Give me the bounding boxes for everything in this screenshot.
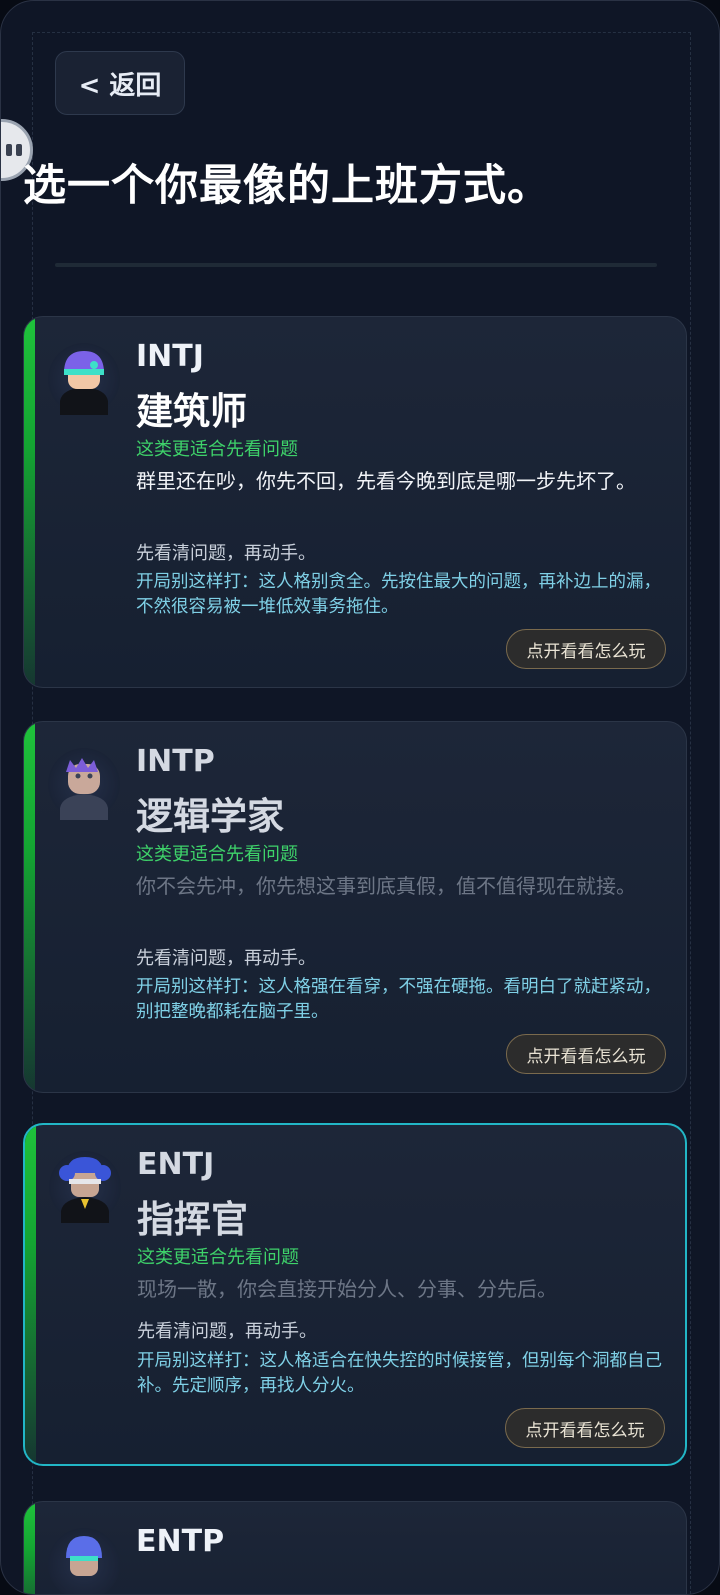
card-name: 指挥官 [137, 1198, 248, 1241]
back-label: < 返回 [78, 70, 162, 101]
card-tagline: 先看清问题，再动手。 [137, 1321, 317, 1342]
personality-card-intj[interactable]: INTJ 建筑师 这类更适合先看问题 群里还在吵，你先不回，先看今晚到底是哪一步… [23, 316, 687, 688]
entp-avatar-icon [48, 1528, 120, 1594]
card-name: 建筑师 [136, 390, 247, 433]
entj-avatar-icon [49, 1151, 121, 1223]
card-fit-label: 这类更适合先看问题 [137, 1247, 299, 1268]
personality-card-intp[interactable]: INTP 逻辑学家 这类更适合先看问题 你不会先冲，你先想这事到底真假，值不值得… [23, 721, 687, 1093]
intj-avatar-icon [48, 343, 120, 415]
card-name: 逻辑学家 [136, 795, 284, 838]
how-to-play-button[interactable]: 点开看看怎么玩 [505, 1408, 665, 1448]
card-quote: 现场一散，你会直接开始分人、分事、分先后。 [137, 1277, 557, 1301]
card-accent-bar [25, 1125, 36, 1464]
phone-screen: < 返回 选一个你最像的上班方式。 INTJ 建筑师 这类更适合先看问题 群里还… [0, 0, 720, 1595]
card-accent-bar [24, 722, 35, 1092]
page-title: 选一个你最像的上班方式。 [23, 161, 551, 211]
card-code: INTP [136, 744, 215, 779]
card-quote: 群里还在吵，你先不回，先看今晚到底是哪一步先坏了。 [136, 469, 636, 493]
how-to-play-button[interactable]: 点开看看怎么玩 [506, 1034, 666, 1074]
intp-avatar-icon [48, 748, 120, 820]
card-accent-bar [24, 1502, 35, 1594]
card-code: ENTJ [137, 1147, 215, 1182]
card-tip: 开局别这样打：这人格适合在快失控的时候接管，但别每个洞都自己补。先定顺序，再找人… [137, 1351, 662, 1396]
card-fit-label: 这类更适合先看问题 [136, 844, 298, 865]
card-quote: 你不会先冲，你先想这事到底真假，值不值得现在就接。 [136, 874, 636, 898]
personality-card-entp[interactable]: ENTP [23, 1501, 687, 1594]
card-tagline: 先看清问题，再动手。 [136, 948, 316, 969]
card-code: ENTP [136, 1524, 225, 1559]
card-code: INTJ [136, 339, 204, 374]
card-tip: 开局别这样打：这人格强在看穿，不强在硬拖。看明白了就赶紧动，别把整晚都耗在脑子里… [136, 977, 661, 1022]
divider [55, 263, 657, 267]
how-to-play-button[interactable]: 点开看看怎么玩 [506, 629, 666, 669]
personality-card-entj[interactable]: ENTJ 指挥官 这类更适合先看问题 现场一散，你会直接开始分人、分事、分先后。… [23, 1123, 687, 1466]
back-button[interactable]: < 返回 [55, 51, 185, 115]
card-fit-label: 这类更适合先看问题 [136, 439, 298, 460]
card-tagline: 先看清问题，再动手。 [136, 543, 316, 564]
card-tip: 开局别这样打：这人格别贪全。先按住最大的问题，再补边上的漏，不然很容易被一堆低效… [136, 572, 661, 617]
card-accent-bar [24, 317, 35, 687]
